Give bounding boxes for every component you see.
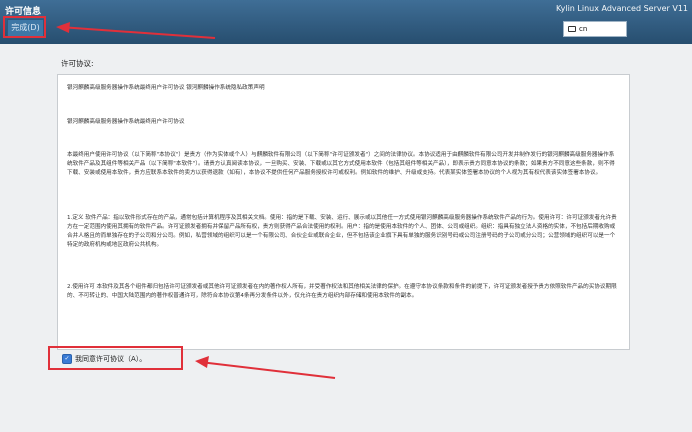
annotation-arrow-done [59, 26, 216, 39]
annotation-arrowhead-done [56, 22, 70, 33]
annotation-arrows [56, 22, 336, 379]
annotation-arrowhead-agree [195, 356, 209, 368]
annotation-arrow-agree [199, 361, 336, 379]
